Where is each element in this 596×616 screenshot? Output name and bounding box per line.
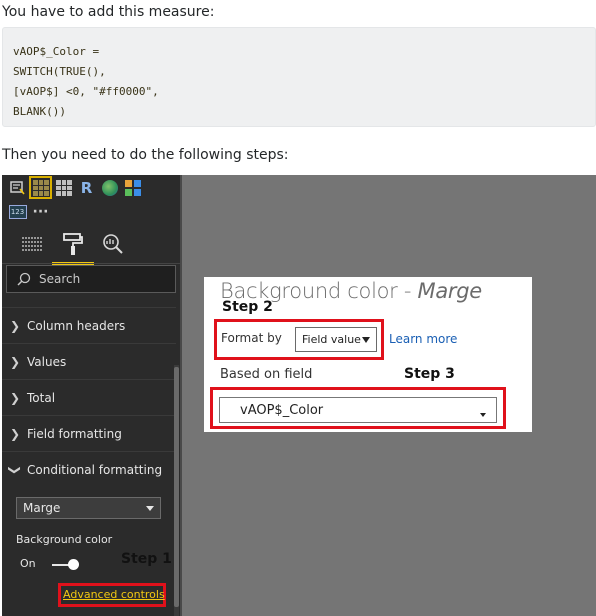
tab-format[interactable] xyxy=(52,229,94,265)
tab-analytics[interactable] xyxy=(98,229,128,259)
matrix-icon[interactable] xyxy=(54,178,73,197)
series-dropdown-value: Marge xyxy=(23,501,61,515)
chevron-right-icon: ❯ xyxy=(9,318,21,333)
tab-fields[interactable] xyxy=(17,229,47,259)
analytics-magnifier-icon xyxy=(103,234,123,254)
fields-icon xyxy=(22,237,42,251)
section-values[interactable]: ❯ Values xyxy=(2,343,176,379)
chevron-down-icon xyxy=(480,413,486,417)
section-label: Conditional formatting xyxy=(27,462,163,477)
search-placeholder: Search xyxy=(39,272,81,286)
toggle-state-label: On xyxy=(20,557,36,570)
card-123-icon[interactable]: 123 xyxy=(8,202,27,221)
based-on-field-label: Based on field xyxy=(220,367,313,382)
step2-annotation: Step 2 xyxy=(222,299,273,315)
section-column-headers[interactable]: ❯ Column headers xyxy=(2,307,176,343)
section-label: Column headers xyxy=(27,318,126,333)
tiles-icon[interactable] xyxy=(123,178,142,197)
chevron-right-icon: ❯ xyxy=(9,390,21,405)
toggle-knob[interactable] xyxy=(68,559,79,570)
based-on-field-select[interactable]: vAOP$_Color xyxy=(219,397,497,423)
background-color-label: Background color xyxy=(16,533,113,546)
pane-tabs xyxy=(2,223,180,265)
format-by-value: Field value xyxy=(302,333,361,346)
visual-icons-row: R xyxy=(8,176,142,199)
r-visual-label: R xyxy=(80,178,93,197)
powerbi-screenshot: R 123 ··· Search ❯ Column headers ❯ Valu… xyxy=(2,175,596,616)
advanced-controls-link[interactable]: Advanced controls xyxy=(63,588,165,601)
paint-roller-icon xyxy=(63,233,83,255)
chevron-down-icon xyxy=(362,337,370,343)
learn-more-link[interactable]: Learn more xyxy=(389,332,457,346)
section-field-formatting[interactable]: ❯ Field formatting xyxy=(2,415,176,451)
visual-icons-row-2: 123 ··· xyxy=(8,202,50,221)
code-line: SWITCH(TRUE(), xyxy=(13,65,106,78)
chevron-down-icon: ❯ xyxy=(8,464,22,475)
visualizations-pane: R 123 ··· Search ❯ Column headers ❯ Valu… xyxy=(2,175,180,616)
search-icon xyxy=(17,272,31,286)
intro-text: You have to add this measure: xyxy=(2,4,215,20)
section-label: Field formatting xyxy=(27,426,122,441)
format-by-select[interactable]: Field value xyxy=(295,327,377,352)
format-by-label: Format by xyxy=(221,331,282,345)
step1-annotation: Step 1 xyxy=(121,551,172,567)
r-visual-icon[interactable]: R xyxy=(77,178,96,197)
chevron-down-icon xyxy=(146,506,154,511)
code-line: [vAOP$] <0, "#ff0000", xyxy=(13,85,159,98)
more-label: ··· xyxy=(32,203,49,220)
more-icon[interactable]: ··· xyxy=(31,202,50,221)
steps-intro-text: Then you need to do the following steps: xyxy=(2,147,289,163)
section-total[interactable]: ❯ Total xyxy=(2,379,176,415)
tab-divider xyxy=(2,263,180,264)
code-block: vAOP$_Color = SWITCH(TRUE(), [vAOP$] <0,… xyxy=(2,27,596,127)
card-123-label: 123 xyxy=(8,204,27,219)
globe-icon[interactable] xyxy=(100,178,119,197)
section-label: Values xyxy=(27,354,67,369)
section-conditional-formatting[interactable]: ❯ Conditional formatting xyxy=(2,451,176,487)
search-input[interactable]: Search xyxy=(6,265,176,293)
background-color-dialog: Background color - Marge Step 2 Format b… xyxy=(204,277,532,432)
table-field-icon[interactable] xyxy=(8,178,27,197)
pane-scrollbar-thumb[interactable] xyxy=(174,367,179,607)
code-line: BLANK()) xyxy=(13,105,66,118)
step3-annotation: Step 3 xyxy=(404,366,455,382)
series-dropdown[interactable]: Marge xyxy=(16,497,161,519)
chevron-right-icon: ❯ xyxy=(9,354,21,369)
chevron-right-icon: ❯ xyxy=(9,426,21,441)
pane-divider xyxy=(180,175,182,616)
dialog-title-series: Marge xyxy=(417,279,483,303)
table-icon[interactable] xyxy=(29,176,52,199)
based-on-field-value: vAOP$_Color xyxy=(240,402,324,418)
code-line: vAOP$_Color = xyxy=(13,45,100,58)
section-label: Total xyxy=(27,390,56,405)
